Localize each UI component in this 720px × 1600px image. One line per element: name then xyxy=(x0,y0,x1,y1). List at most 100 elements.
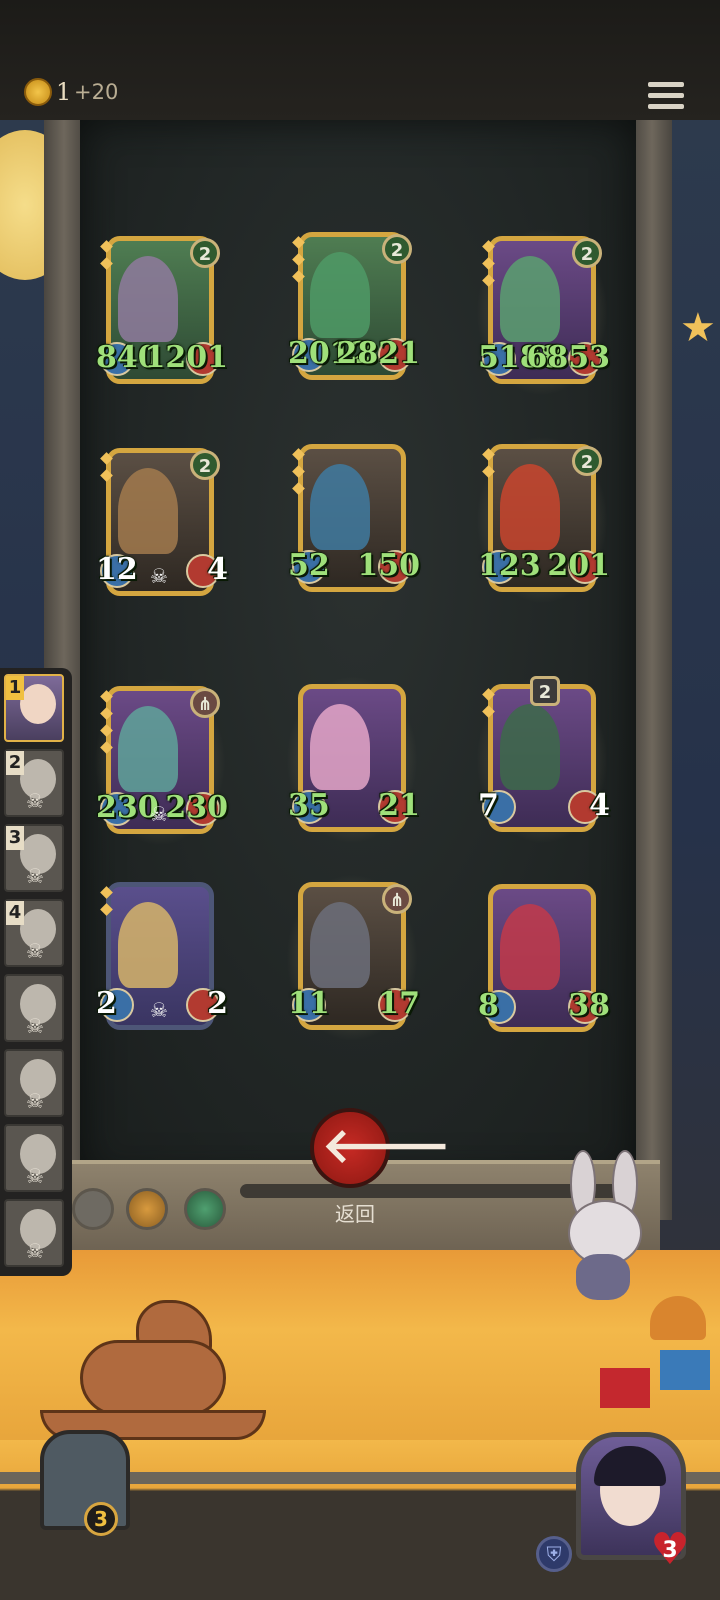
tier-shield-badge: 2 xyxy=(530,676,560,706)
card-gems xyxy=(100,690,113,760)
minion-portrait xyxy=(118,468,178,554)
skull-icon: ☠ xyxy=(150,802,168,826)
player-list-item[interactable]: 1 xyxy=(4,674,64,742)
gear-slot-icon xyxy=(126,1188,168,1230)
card-gems xyxy=(100,240,113,276)
attack-value: 123 xyxy=(478,548,541,583)
skull-icon: ☠ xyxy=(26,1164,44,1188)
skull-icon: ☠ xyxy=(26,1239,44,1263)
minion-portrait xyxy=(118,256,178,342)
minion-portrait xyxy=(118,706,178,792)
player-list-item[interactable]: ☠ xyxy=(4,1124,64,1192)
rank-badge: 2 xyxy=(6,751,24,775)
minion-card[interactable]: 840 1201 2 xyxy=(96,236,228,396)
minion-card[interactable]: 230 230 ⋔ ☠ xyxy=(94,678,228,846)
menu-button[interactable] xyxy=(648,82,684,116)
coin-icon xyxy=(24,78,52,106)
minion-portrait xyxy=(500,256,560,342)
skull-icon: ☠ xyxy=(150,564,168,588)
minion-card[interactable]: 52 150 xyxy=(288,444,420,604)
tier-badge: 2 xyxy=(190,238,220,268)
avatar xyxy=(20,684,56,724)
minion-portrait xyxy=(500,464,560,550)
toy-block xyxy=(660,1350,710,1390)
health-value: 21 xyxy=(378,788,420,823)
health-value: 4 xyxy=(207,552,228,587)
arrow-left-icon[interactable]: 🡐 xyxy=(322,1118,451,1174)
tier-badge: 2 xyxy=(190,450,220,480)
attack-value: 12 xyxy=(96,552,138,587)
tier-badge: 2 xyxy=(382,234,412,264)
player-health: 3 xyxy=(662,1538,678,1563)
player-list-item[interactable]: 4 ☠ xyxy=(4,899,64,967)
health-value: 2 xyxy=(207,986,228,1021)
card-gems xyxy=(100,886,113,922)
right-pillar xyxy=(632,120,672,1220)
tier-badge: 2 xyxy=(572,238,602,268)
skull-icon: ☠ xyxy=(26,1014,44,1038)
hero-level-badge: 3 xyxy=(84,1502,118,1536)
attack-value: 35 xyxy=(288,788,330,823)
health-value: 2821 xyxy=(336,336,421,371)
minion-card[interactable]: 12 4 2 ☠ xyxy=(96,448,228,608)
health-value: 150 xyxy=(357,548,420,583)
minion-card[interactable]: 123 201 2 xyxy=(476,436,610,604)
star-icon: ★ xyxy=(680,305,716,351)
hex-slot-icon xyxy=(184,1188,226,1230)
attack-value: 11 xyxy=(288,986,330,1021)
back-label[interactable]: 返回 xyxy=(330,1198,380,1227)
minion-portrait xyxy=(310,464,370,550)
health-value: 1201 xyxy=(144,340,229,375)
health-value: 4 xyxy=(589,788,610,823)
health-value: 38 xyxy=(568,988,610,1023)
bunny-mascot xyxy=(562,1150,642,1300)
rank-badge: 1 xyxy=(6,676,24,700)
card-gems xyxy=(482,240,495,293)
minion-card[interactable]: 8 38 xyxy=(478,884,610,1044)
minion-portrait xyxy=(310,902,370,988)
card-gems xyxy=(482,448,495,484)
minion-portrait xyxy=(500,704,560,790)
player-list-item[interactable]: 3 ☠ xyxy=(4,824,64,892)
card-gems xyxy=(100,452,113,488)
claw-icon: ⋔ xyxy=(382,884,412,914)
health-value: 230 xyxy=(165,790,228,825)
health-value: 6853 xyxy=(526,340,611,375)
player-list-item[interactable]: ☠ xyxy=(4,1199,64,1267)
minion-card[interactable]: 35 21 xyxy=(286,676,420,844)
player-list-item[interactable]: ☠ xyxy=(4,974,64,1042)
health-value: 17 xyxy=(378,986,420,1021)
minion-card[interactable]: 2 2 ☠ xyxy=(96,882,228,1042)
claw-icon: ⋔ xyxy=(190,688,220,718)
minion-card[interactable]: 7 4 2 xyxy=(476,676,610,844)
skull-icon: ☠ xyxy=(150,998,168,1022)
minion-portrait xyxy=(500,904,560,990)
tier-badge: 2 xyxy=(572,446,602,476)
skull-icon: ☠ xyxy=(26,864,44,888)
skull-icon: ☠ xyxy=(26,789,44,813)
skull-icon: ☠ xyxy=(26,939,44,963)
attack-value: 2 xyxy=(96,986,117,1021)
minion-card[interactable]: 5188 6853 2 xyxy=(476,228,610,396)
minion-card[interactable]: 11 17 ⋔ xyxy=(286,874,420,1042)
player-list-item[interactable]: 2 ☠ xyxy=(4,749,64,817)
rank-badge: 4 xyxy=(6,901,24,925)
card-gems xyxy=(292,448,305,501)
health-value: 201 xyxy=(547,548,610,583)
toy-block xyxy=(600,1368,650,1408)
coin-bonus: +20 xyxy=(74,80,119,104)
minion-card[interactable]: 2012 2821 2 xyxy=(288,232,420,392)
attack-value: 8 xyxy=(478,988,499,1023)
rank-badge: 3 xyxy=(6,826,24,850)
card-gems xyxy=(482,688,495,724)
minion-portrait xyxy=(310,252,370,338)
coin-count: 1 xyxy=(56,78,72,106)
player-list-item[interactable]: ☠ xyxy=(4,1049,64,1117)
skull-icon: ☠ xyxy=(26,1089,44,1113)
shield-icon[interactable]: ⛨ xyxy=(536,1536,572,1572)
attack-value: 7 xyxy=(478,788,499,823)
attack-value: 52 xyxy=(288,548,330,583)
locked-slot-icon xyxy=(72,1188,114,1230)
minion-portrait xyxy=(118,902,178,988)
card-gems xyxy=(292,236,305,289)
